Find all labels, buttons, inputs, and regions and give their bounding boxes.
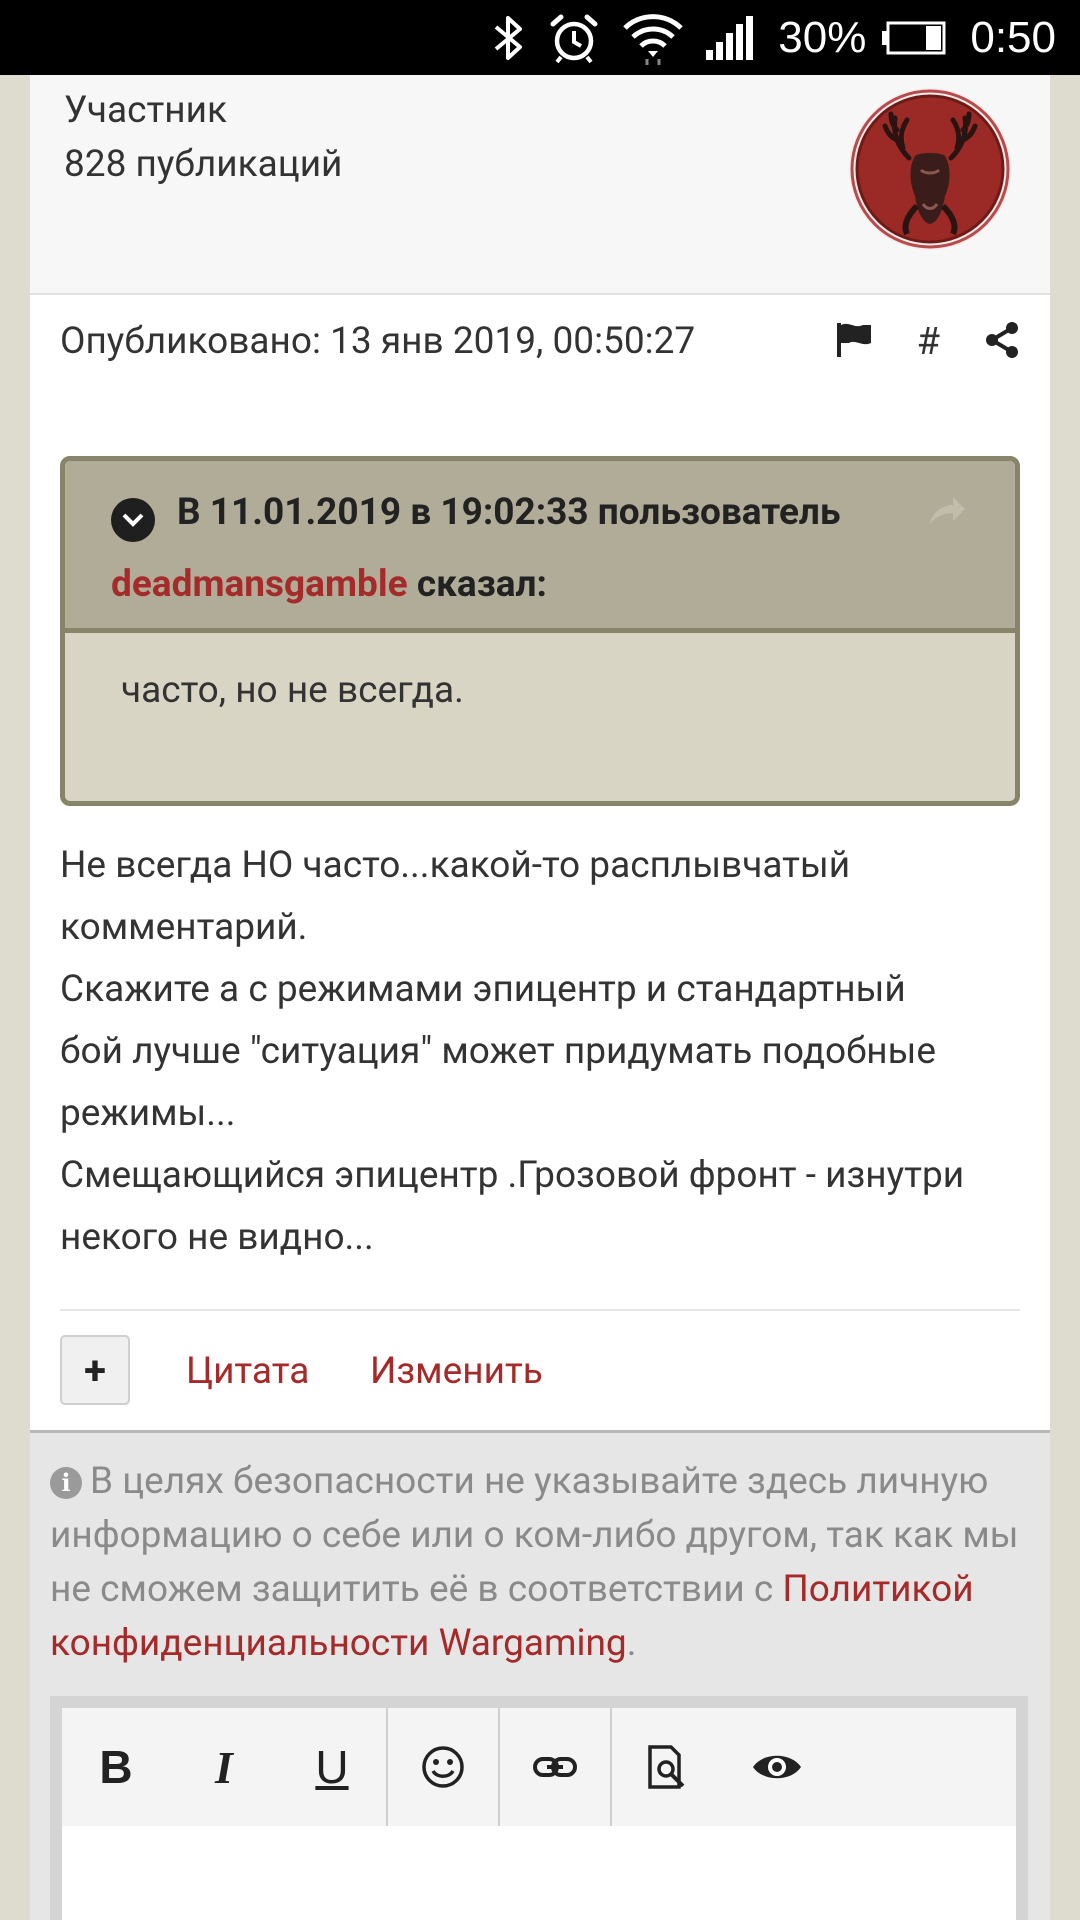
report-flag-icon[interactable]	[835, 321, 873, 363]
quote-body: часто, но не всегда.	[121, 669, 464, 712]
battery-percent: 30%	[778, 12, 867, 62]
reputation-plus-button[interactable]: +	[60, 1335, 130, 1405]
info-icon: i	[50, 1467, 82, 1500]
status-bar: 30% 0:50	[0, 0, 1080, 75]
post-line: режимы...	[60, 1092, 236, 1135]
reply-area: iВ целях безопасности не указывайте здес…	[30, 1430, 1050, 1920]
post-meta-actions: #	[835, 320, 1020, 364]
quote-block: В 11.01.2019 в 19:02:33 пользователь dea…	[60, 456, 1020, 806]
signal-icon	[706, 15, 756, 60]
underline-button[interactable]: U	[278, 1708, 386, 1826]
wifi-icon	[622, 11, 684, 65]
quote-username[interactable]: deadmansgamble	[111, 563, 408, 606]
link-icon[interactable]	[500, 1708, 610, 1826]
avatar[interactable]	[847, 86, 1013, 252]
preview-eye-icon[interactable]	[722, 1708, 832, 1826]
link-group	[500, 1708, 612, 1826]
author-post-count[interactable]: 828 публикаций	[64, 143, 342, 186]
permalink-hash[interactable]: #	[917, 320, 940, 364]
reply-editor[interactable]: B I U	[50, 1696, 1028, 1920]
divider	[60, 1309, 1020, 1311]
clock: 0:50	[970, 12, 1056, 62]
preview-group	[612, 1708, 832, 1826]
battery-icon	[882, 21, 948, 55]
author-rank: Участник	[64, 89, 227, 132]
bold-button[interactable]: B	[62, 1708, 170, 1826]
chevron-down-icon[interactable]	[111, 498, 155, 542]
post-line: Не всегда НО часто...какой-то расплывчат…	[60, 844, 851, 887]
post-line: Скажите а с режимами эпицентр и стандарт…	[60, 968, 906, 1011]
share-icon[interactable]	[984, 321, 1020, 363]
post-column: Участник 828 публикаций Опубликовано: 13…	[30, 75, 1050, 1920]
privacy-notice: iВ целях безопасности не указывайте здес…	[50, 1455, 1035, 1671]
post-line: бой лучше "ситуация" может придумать под…	[60, 1030, 936, 1073]
quote-header-text: В 11.01.2019 в 19:02:33 пользователь	[177, 491, 841, 534]
italic-button[interactable]: I	[170, 1708, 278, 1826]
author-block: Участник 828 публикаций	[30, 75, 1050, 295]
alarm-icon	[548, 12, 600, 64]
format-group: B I U	[62, 1708, 388, 1826]
post-line: некого не видно...	[60, 1216, 374, 1259]
post-date: Опубликовано: 13 янв 2019, 00:50:27	[60, 320, 696, 363]
quote-header: В 11.01.2019 в 19:02:33 пользователь dea…	[65, 461, 1015, 633]
post-line: комментарий.	[60, 906, 308, 949]
bluetooth-icon	[492, 14, 526, 62]
editor-toolbar: B I U	[62, 1708, 1016, 1826]
quote-goto-icon[interactable]	[927, 495, 967, 531]
quote-said: сказал:	[407, 563, 547, 606]
quote-link[interactable]: Цитата	[186, 1350, 309, 1393]
notice-period: .	[626, 1622, 637, 1665]
document-preview-icon[interactable]	[612, 1708, 722, 1826]
emoji-icon[interactable]	[388, 1708, 498, 1826]
post-content: Не всегда НО часто...какой-то расплывчат…	[60, 835, 1035, 1269]
post-line: Смещающийся эпицентр .Грозовой фронт - и…	[60, 1154, 965, 1197]
edit-link[interactable]: Изменить	[370, 1350, 543, 1393]
emoji-group	[388, 1708, 500, 1826]
quote-header-user-line: deadmansgamble сказал:	[111, 563, 547, 606]
